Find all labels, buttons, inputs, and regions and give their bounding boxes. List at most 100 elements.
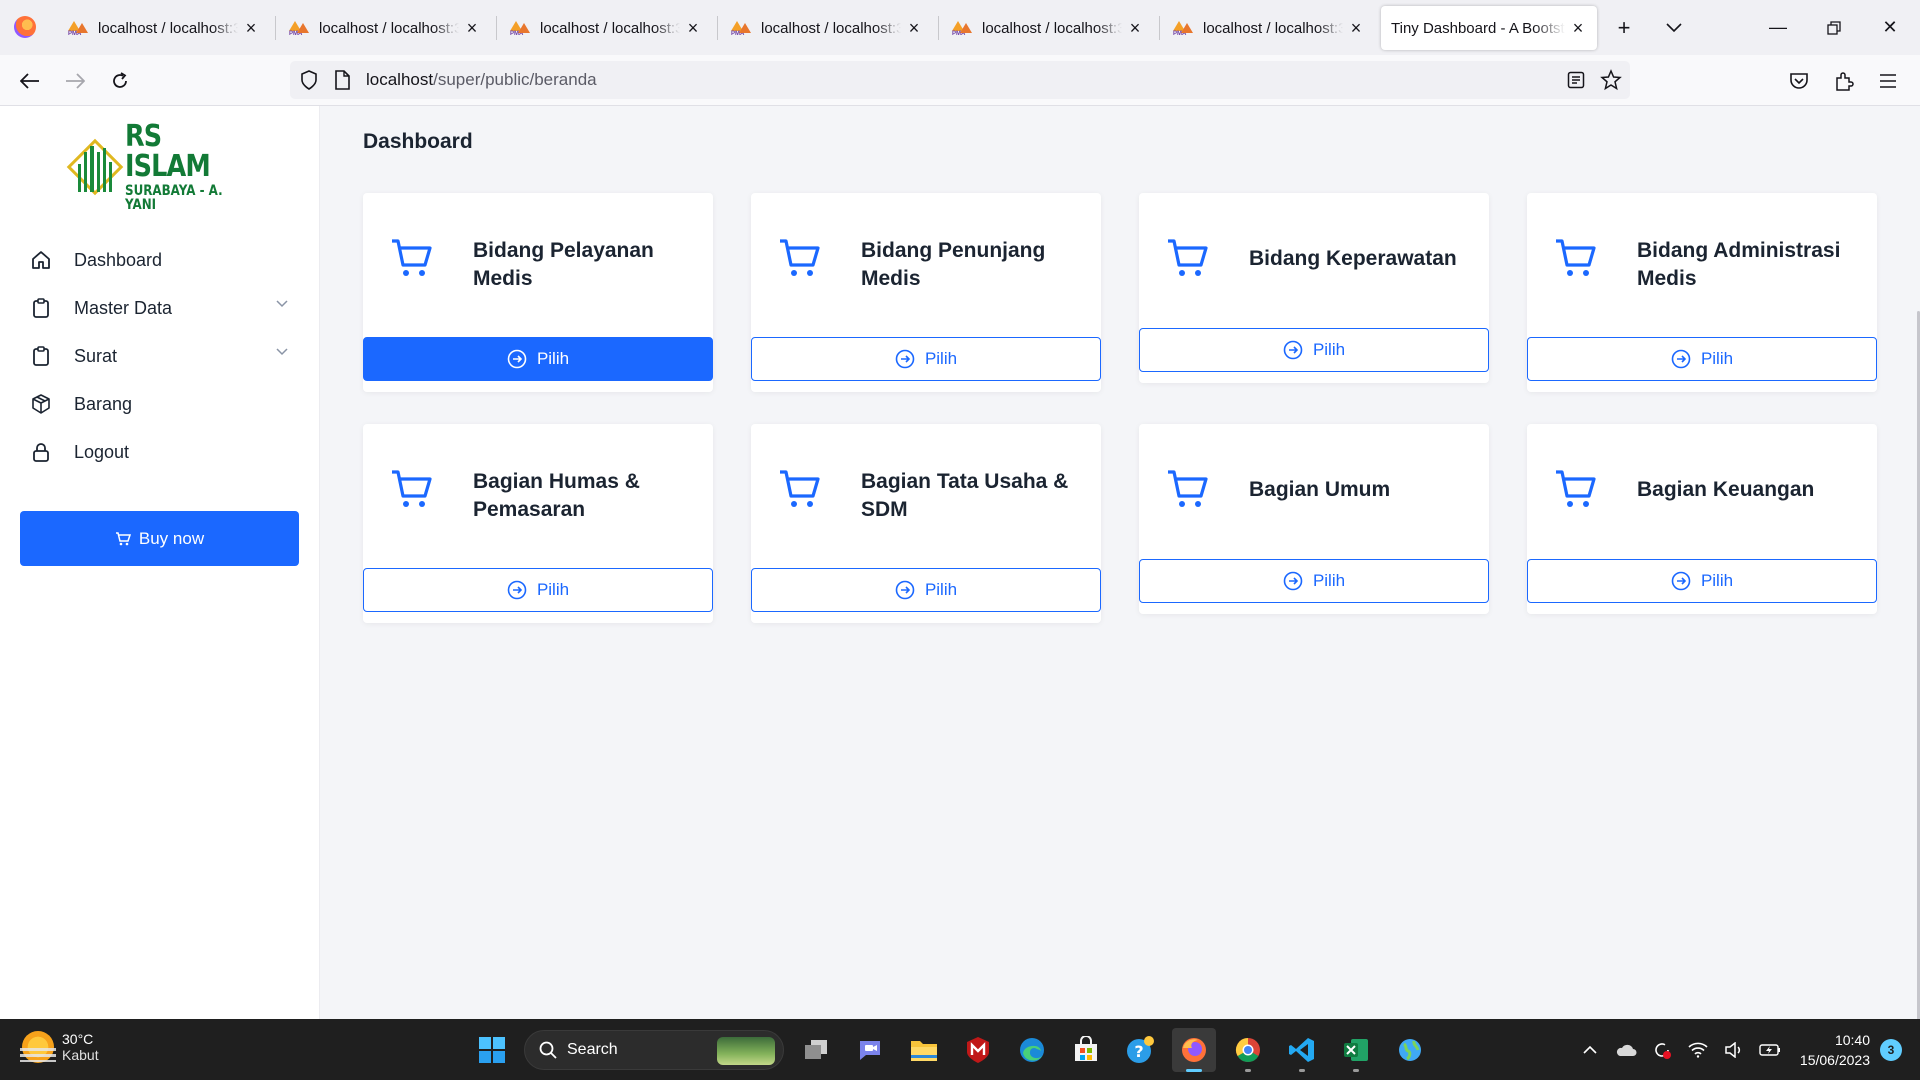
pilih-button[interactable]: Pilih [751, 568, 1101, 612]
pilih-button[interactable]: Pilih [363, 337, 713, 381]
vscode-button[interactable] [1280, 1028, 1324, 1072]
browser-tab[interactable]: PMA localhost / localhost:3306 / db × [279, 6, 491, 50]
shopping-cart-icon [1168, 239, 1208, 276]
list-all-tabs-button[interactable] [1658, 12, 1690, 44]
tab-divider [496, 16, 497, 40]
minimize-button[interactable]: — [1750, 0, 1806, 55]
reader-view-icon[interactable] [1567, 71, 1585, 89]
chrome-button[interactable] [1226, 1028, 1270, 1072]
phpmyadmin-favicon-icon: PMA [68, 20, 90, 37]
bookmark-star-icon[interactable] [1600, 69, 1622, 91]
chevron-down-icon [1666, 23, 1682, 33]
arrow-circle-right-icon [895, 580, 915, 600]
arrow-circle-right-icon [895, 349, 915, 369]
sidebar-item-label: Dashboard [74, 249, 163, 270]
firefox-taskbar-button[interactable] [1172, 1028, 1216, 1072]
tab-title: localhost / localhost:3306 / db [761, 19, 901, 37]
shopping-cart-icon [392, 239, 432, 276]
extensions-button[interactable] [1826, 63, 1862, 99]
sidebar-item-barang[interactable]: Barang [0, 380, 320, 428]
browser-tab[interactable]: PMA localhost / localhost:3306 / db × [58, 6, 270, 50]
close-tab-icon[interactable]: × [1126, 18, 1144, 39]
microsoft-store-button[interactable] [1064, 1028, 1108, 1072]
onedrive-button[interactable] [1611, 1035, 1641, 1065]
card-title: Bidang Keperawatan [1249, 247, 1457, 270]
sidebar-item-dashboard[interactable]: Dashboard [0, 236, 320, 284]
arrow-circle-right-icon [507, 580, 527, 600]
forward-button[interactable] [57, 63, 93, 99]
close-tab-icon[interactable]: × [905, 18, 923, 39]
battery-button[interactable] [1755, 1035, 1785, 1065]
address-bar[interactable]: localhost/super/public/beranda [290, 61, 1630, 99]
url-text[interactable]: localhost/super/public/beranda [366, 70, 597, 90]
browser-tab[interactable]: PMA localhost / localhost:3306 / db × [721, 6, 933, 50]
network-button[interactable] [1683, 1035, 1713, 1065]
shield-icon[interactable] [300, 70, 318, 90]
pilih-button[interactable]: Pilih [1139, 328, 1489, 372]
page-title: Dashboard [363, 130, 473, 153]
taskbar-search[interactable]: Search [524, 1030, 784, 1070]
pocket-button[interactable] [1781, 63, 1817, 99]
web-page: RS ISLAM SURABAYA - A. YANI Dashboard Ma… [0, 106, 1920, 1080]
app-menu-button[interactable] [1870, 63, 1906, 99]
teams-chat-button[interactable] [848, 1028, 892, 1072]
speaker-icon [1725, 1041, 1740, 1058]
pilih-button[interactable]: Pilih [1527, 337, 1877, 381]
reload-button[interactable] [102, 63, 138, 99]
edge-button[interactable] [1010, 1028, 1054, 1072]
card-title: Bidang Administrasi Medis [1637, 239, 1841, 290]
pilih-button[interactable]: Pilih [1527, 559, 1877, 603]
buy-now-button[interactable]: Buy now [20, 511, 299, 566]
file-explorer-button[interactable] [902, 1028, 946, 1072]
show-hidden-icons-button[interactable] [1575, 1035, 1605, 1065]
browser-tab-active[interactable]: Tiny Dashboard - A Bootstrap Dashboard T… [1381, 6, 1597, 50]
volume-button[interactable] [1719, 1035, 1749, 1065]
tab-title: localhost / localhost:3306 / db [982, 19, 1122, 37]
hospital-logo[interactable]: RS ISLAM SURABAYA - A. YANI [64, 122, 264, 212]
page-icon[interactable] [334, 70, 350, 90]
sidebar-item-label: Surat [74, 345, 118, 366]
forward-arrow-icon [66, 73, 85, 89]
pilih-button[interactable]: Pilih [363, 568, 713, 612]
arrow-circle-right-icon [1671, 349, 1691, 369]
close-tab-icon[interactable]: × [463, 18, 481, 39]
excel-button[interactable] [1334, 1028, 1378, 1072]
browser-tab[interactable]: PMA localhost / localhost:3306 / db × [500, 6, 712, 50]
chevron-up-icon [1583, 1045, 1597, 1054]
close-window-button[interactable]: ✕ [1862, 0, 1918, 55]
pilih-button[interactable]: Pilih [1139, 559, 1489, 603]
chevron-down-icon[interactable] [276, 300, 288, 308]
back-button[interactable] [12, 63, 48, 99]
weather-temp: 30°C [62, 1031, 94, 1047]
task-view-button[interactable] [794, 1028, 838, 1072]
sidebar-item-master-data[interactable]: Master Data [0, 284, 320, 332]
sidebar-item-surat[interactable]: Surat [0, 332, 320, 380]
taskbar-apps: Search ? [470, 1027, 1432, 1073]
new-tab-button[interactable]: + [1608, 12, 1640, 44]
tab-title: localhost / localhost:3306 / db [98, 19, 238, 37]
start-button[interactable] [470, 1028, 514, 1072]
taskbar: 30°C Kabut Search ? 10:40 15/06/2023 3 [0, 1019, 1920, 1080]
taskbar-clock[interactable]: 10:40 15/06/2023 [1800, 1030, 1870, 1070]
sync-status-button[interactable] [1647, 1035, 1677, 1065]
browser-tab[interactable]: PMA localhost / localhost:3306 / db × [942, 6, 1154, 50]
close-tab-icon[interactable]: × [684, 18, 702, 39]
notification-badge[interactable]: 3 [1880, 1038, 1902, 1061]
pilih-button[interactable]: Pilih [751, 337, 1101, 381]
weather-widget[interactable]: 30°C Kabut [20, 1031, 99, 1063]
close-tab-icon[interactable]: × [1569, 18, 1587, 39]
chevron-down-icon[interactable] [276, 348, 288, 356]
firefox-menu-icon[interactable] [14, 16, 36, 38]
sidebar-item-logout[interactable]: Logout [0, 428, 320, 476]
clock-time: 10:40 [1834, 1031, 1870, 1048]
mcafee-button[interactable] [956, 1028, 1000, 1072]
box-icon [30, 393, 52, 415]
close-tab-icon[interactable]: × [1347, 18, 1365, 39]
help-icon: ? [1127, 1036, 1154, 1063]
restore-button[interactable] [1806, 0, 1862, 55]
get-help-button[interactable]: ? [1118, 1028, 1162, 1072]
close-tab-icon[interactable]: × [242, 18, 260, 39]
browser-tab[interactable]: PMA localhost / localhost:3306 / db × [1163, 6, 1375, 50]
maps-app-button[interactable] [1388, 1028, 1432, 1072]
puzzle-icon [1836, 72, 1854, 91]
